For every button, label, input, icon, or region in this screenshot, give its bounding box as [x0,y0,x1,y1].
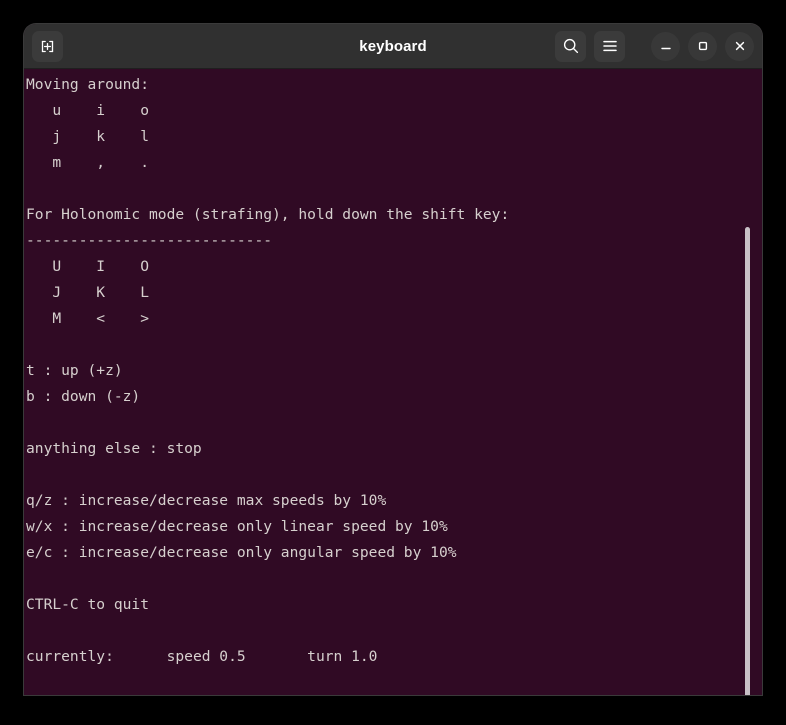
hamburger-menu-icon [602,40,617,52]
menu-button[interactable] [594,30,625,62]
close-button[interactable] [725,31,754,61]
titlebar-right-controls [555,30,754,62]
terminal-scrollbar-thumb[interactable] [745,227,750,695]
screen: keyboard Moving around: u i o j k l m , … [0,0,786,725]
minimize-button[interactable] [651,31,680,61]
window-titlebar[interactable]: keyboard [24,24,762,69]
close-icon [735,41,744,51]
terminal-scrollbar[interactable] [742,114,756,695]
titlebar-left-controls [32,30,63,62]
maximize-button[interactable] [688,31,717,61]
terminal-output-text: Moving around: u i o j k l m , . For Hol… [26,76,510,665]
new-terminal-button[interactable] [32,30,63,62]
search-icon [563,38,578,54]
search-button[interactable] [555,30,586,62]
minimize-icon [660,47,671,50]
terminal-window: keyboard Moving around: u i o j k l m , … [24,24,762,695]
terminal-content-area[interactable]: Moving around: u i o j k l m , . For Hol… [24,69,762,695]
maximize-icon [698,41,707,51]
new-terminal-icon [41,40,54,52]
